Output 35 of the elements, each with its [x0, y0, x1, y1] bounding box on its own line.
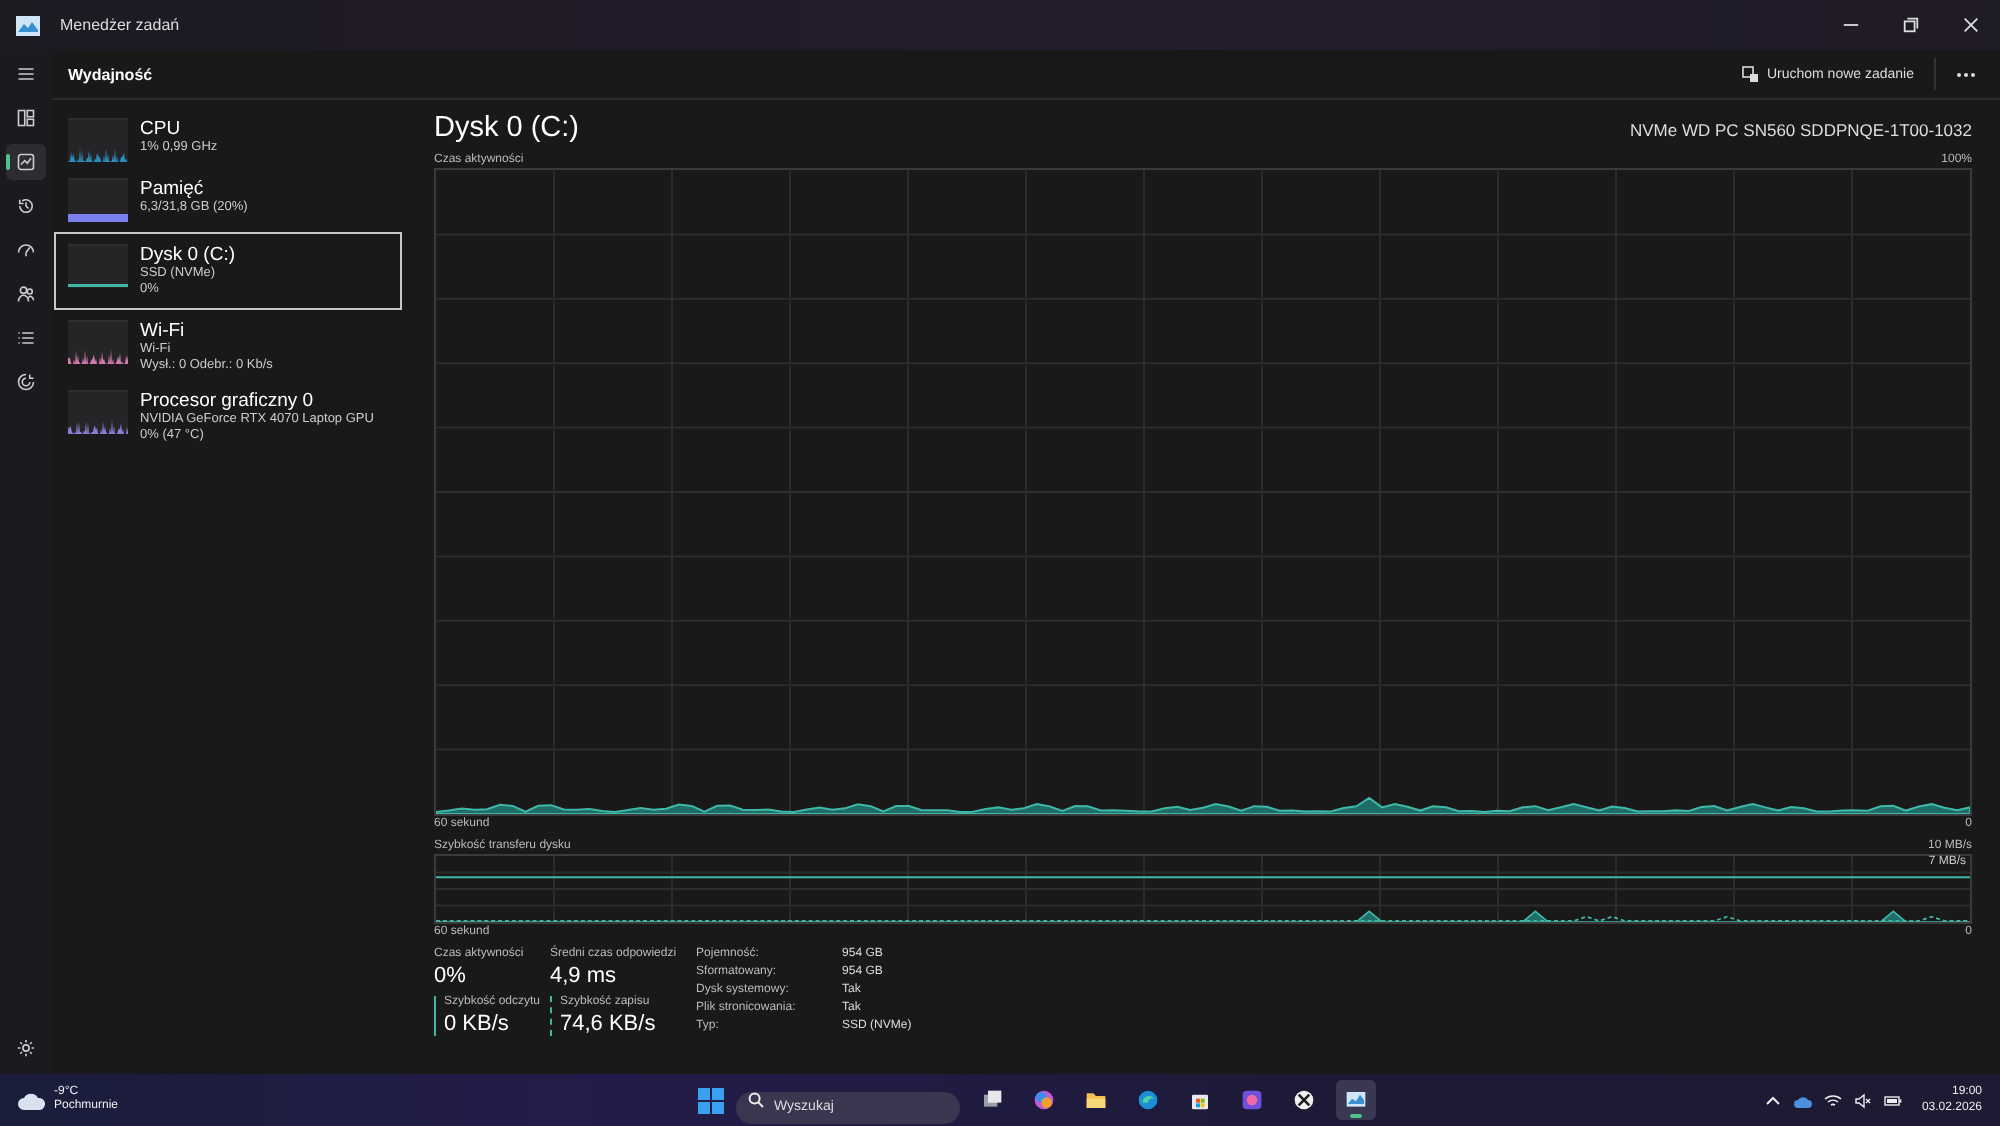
device-model: NVMe WD PC SN560 SDDPNQE-1T00-1032	[1629, 120, 1972, 140]
windows-start-icon[interactable]	[698, 1087, 724, 1113]
folder-icon	[1084, 1088, 1108, 1112]
chevron-up-icon[interactable]	[1763, 1091, 1782, 1109]
taskbar-app[interactable]	[1336, 1080, 1376, 1120]
restore-icon	[1901, 16, 1919, 34]
more-icon	[1956, 71, 1976, 77]
processes-icon	[16, 108, 36, 128]
speaker-muted-icon[interactable]	[1853, 1091, 1872, 1109]
nav-tab[interactable]	[6, 144, 46, 180]
xbox-icon	[1292, 1088, 1316, 1112]
swirl-icon	[1032, 1088, 1056, 1112]
window-title: Menedżer zadań	[60, 16, 182, 34]
search-icon	[748, 1092, 764, 1108]
stat-value: 4,9 ms	[550, 964, 619, 988]
gauge-icon	[16, 240, 36, 260]
photo-app-icon	[1240, 1088, 1264, 1112]
browser-icon	[1136, 1088, 1160, 1112]
menu-icon	[16, 64, 36, 84]
chart-icon	[16, 152, 36, 172]
stat-value: 0%	[434, 964, 468, 988]
page-title: Wydajność	[68, 65, 155, 83]
list-icon	[16, 328, 36, 348]
battery-icon[interactable]	[1883, 1091, 1902, 1109]
history-icon	[16, 196, 36, 216]
chart-window-icon	[1344, 1088, 1368, 1112]
cloud-icon[interactable]	[1793, 1091, 1812, 1109]
close-icon	[1961, 16, 1979, 34]
settings-icon	[16, 1038, 36, 1058]
app-icon	[16, 15, 40, 35]
new-task-icon	[1742, 66, 1759, 82]
wifi-icon[interactable]	[1823, 1091, 1842, 1109]
cloud-icon	[18, 1091, 46, 1109]
device-title: Dysk 0 (C:)	[434, 112, 579, 144]
users-icon	[16, 284, 36, 304]
